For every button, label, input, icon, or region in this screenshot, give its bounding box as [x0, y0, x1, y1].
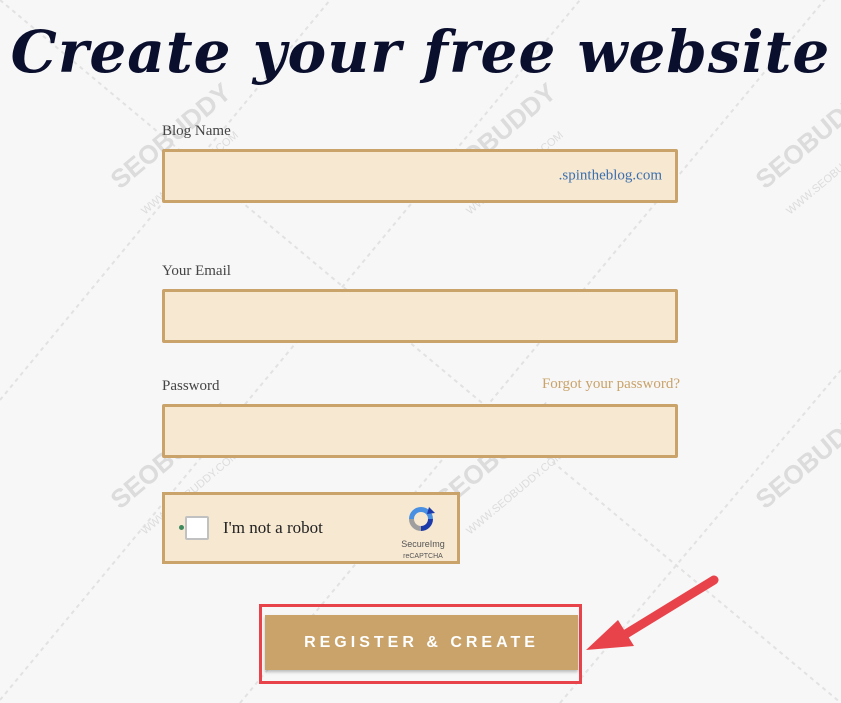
watermark-subtext: WWW.SEOBUDDY.COM: [784, 129, 841, 217]
watermark-subtext: WWW.SEOBUDDY.COM: [464, 449, 566, 537]
watermark-text: SEOBUDDY: [750, 77, 841, 195]
blog-domain-suffix: .spintheblog.com: [558, 167, 662, 184]
register-create-button[interactable]: REGISTER & CREATE: [265, 615, 578, 670]
email-label: Your Email: [162, 263, 231, 279]
watermark-text: SEOBUDDY: [750, 397, 841, 515]
captcha-widget: I'm not a robot SecureImg reCAPTCHA: [162, 492, 460, 564]
password-label: Password: [162, 378, 220, 394]
blog-name-field-wrapper: .spintheblog.com: [162, 149, 678, 203]
page-title: Create your free website: [10, 18, 831, 86]
captcha-checkbox[interactable]: [185, 516, 209, 540]
email-input[interactable]: [162, 289, 678, 343]
captcha-brand-text: SecureImg: [401, 539, 445, 549]
captcha-status-dot: [179, 525, 184, 530]
red-arrow-icon: [586, 575, 719, 650]
recaptcha-logo-icon: [409, 507, 435, 531]
captcha-label: I'm not a robot: [223, 518, 323, 537]
blog-name-label: Blog Name: [162, 123, 231, 139]
password-input[interactable]: [162, 404, 678, 458]
forgot-password-link[interactable]: Forgot your password?: [542, 376, 680, 393]
captcha-privacy-text: reCAPTCHA: [403, 553, 443, 560]
